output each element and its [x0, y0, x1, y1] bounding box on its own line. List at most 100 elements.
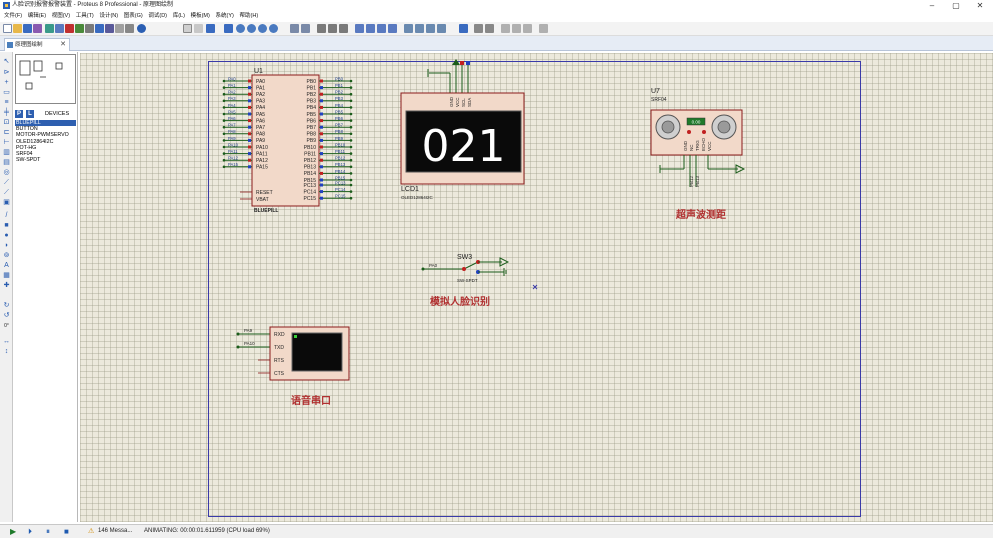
import-icon[interactable] — [33, 24, 42, 33]
paste-icon[interactable] — [339, 24, 348, 33]
line-icon[interactable]: / — [2, 212, 11, 220]
menu-design[interactable]: 设计(N) — [99, 12, 118, 21]
rotate-ccw-icon[interactable]: ↺ — [2, 312, 11, 320]
tape-recorder-icon[interactable]: ▤ — [2, 159, 11, 167]
generator-icon[interactable]: ◎ — [2, 169, 11, 177]
junction-dot-icon[interactable]: + — [2, 79, 11, 87]
lcd1-oled[interactable]: GND VCC SCL SDA 021 LCD1 OLED12864I2C — [400, 59, 525, 200]
mirror-y-icon[interactable]: ↕ — [2, 348, 11, 356]
new-sheet-icon[interactable] — [501, 24, 510, 33]
help-icon[interactable] — [137, 24, 146, 33]
redo-icon[interactable] — [301, 24, 310, 33]
notes-icon[interactable] — [115, 24, 124, 33]
grid-icon[interactable] — [194, 24, 203, 33]
pan-icon[interactable] — [224, 24, 233, 33]
virtual-instruments-icon[interactable]: ▣ — [2, 199, 11, 207]
zoom-all-icon[interactable] — [258, 24, 267, 33]
arc-icon[interactable]: ◗ — [2, 242, 11, 250]
box-icon[interactable]: ■ — [2, 222, 11, 230]
search-tag-icon[interactable] — [474, 24, 483, 33]
rotate-cw-icon[interactable]: ↻ — [2, 302, 11, 310]
block-move-icon[interactable] — [366, 24, 375, 33]
menu-system[interactable]: 系统(Y) — [216, 12, 234, 21]
3d-icon[interactable] — [85, 24, 94, 33]
bom-icon[interactable] — [105, 24, 114, 33]
menu-library[interactable]: 库(L) — [173, 12, 185, 21]
menu-help[interactable]: 帮助(H) — [240, 12, 259, 21]
source-icon[interactable] — [125, 24, 134, 33]
schematic-canvas[interactable]: U1 PA0 PA0 PA1 PA1 PA2 PA2 PA3 PA3 PA4 PA4 PA5 PA5 P… — [80, 53, 993, 522]
step-icon[interactable]: ⏵ — [28, 527, 32, 536]
text-icon[interactable]: A — [2, 262, 11, 270]
zoom-out-icon[interactable] — [247, 24, 256, 33]
gerber-icon[interactable] — [95, 24, 104, 33]
maximize-button[interactable]: ▢ — [946, 0, 966, 12]
menu-view[interactable]: 视图(V) — [52, 12, 70, 21]
pick-device-icon[interactable] — [404, 24, 413, 33]
stop-icon[interactable]: ■ — [64, 527, 69, 536]
terminals-icon[interactable]: ⊏ — [2, 129, 11, 137]
cut-icon[interactable] — [317, 24, 326, 33]
symbol-icon[interactable]: ▦ — [2, 272, 11, 280]
save-icon[interactable] — [23, 24, 32, 33]
origin-icon[interactable] — [206, 24, 215, 33]
minimize-button[interactable]: – — [922, 0, 942, 12]
menu-template[interactable]: 模板(M) — [191, 12, 210, 21]
circle-icon[interactable]: ● — [2, 232, 11, 240]
netlist-icon[interactable] — [539, 24, 548, 33]
current-probe-icon[interactable]: ⟋ — [2, 189, 11, 197]
tab-close-button[interactable]: ✕ — [60, 39, 66, 51]
exit-parent-icon[interactable] — [523, 24, 532, 33]
new-file-icon[interactable] — [3, 24, 12, 33]
selection-mode-icon[interactable]: ↖ — [2, 58, 11, 66]
block-copy-icon[interactable] — [355, 24, 364, 33]
pcb-icon[interactable] — [75, 24, 84, 33]
home-icon[interactable] — [45, 24, 54, 33]
wire-label-icon[interactable]: ▭ — [2, 89, 11, 97]
schematic-icon[interactable] — [55, 24, 64, 33]
marker-icon[interactable]: ✚ — [2, 282, 11, 290]
undo-icon[interactable] — [290, 24, 299, 33]
subcircuit-icon[interactable]: ⊡ — [2, 119, 11, 127]
voice-uart-terminal[interactable]: PA9 PA10 RXD TXD RTS CTS — [236, 326, 350, 381]
device-item[interactable]: MOTOR-PWMSERVO — [15, 132, 76, 138]
decompose-icon[interactable] — [437, 24, 446, 33]
sw3-switch[interactable]: SW3 PA0 SW-SPDT — [421, 254, 538, 290]
wire-autorouter-icon[interactable] — [459, 24, 468, 33]
property-tool-icon[interactable] — [485, 24, 494, 33]
zoom-in-icon[interactable] — [236, 24, 245, 33]
close-window-button[interactable]: ✕ — [970, 0, 990, 12]
mirror-x-icon[interactable]: ↔ — [2, 338, 11, 346]
menu-debug[interactable]: 调试(D) — [148, 12, 167, 21]
u7-srf04[interactable]: U7 SRF04 0.00 GND NC TRIG ECHO VCC PB12 … — [650, 88, 746, 187]
component-mode-icon[interactable]: ⊳ — [2, 69, 11, 77]
play-icon[interactable]: ▶ — [10, 527, 16, 536]
buses-icon[interactable]: ╪ — [2, 109, 11, 117]
pick-devices-button[interactable]: P — [15, 110, 23, 118]
remove-sheet-icon[interactable] — [512, 24, 521, 33]
menu-graph[interactable]: 图表(G) — [124, 12, 143, 21]
zoom-area-icon[interactable] — [269, 24, 278, 33]
block-delete-icon[interactable] — [388, 24, 397, 33]
pause-icon[interactable]: ⏸ — [46, 527, 50, 536]
text-script-icon[interactable]: ≡ — [2, 99, 11, 107]
device-pins-icon[interactable]: ⊢ — [2, 139, 11, 147]
device-item[interactable]: SW-SPDT — [15, 157, 76, 163]
messages-count[interactable]: 146 Messa... — [98, 527, 132, 536]
overview-preview[interactable] — [15, 54, 76, 104]
make-device-icon[interactable] — [415, 24, 424, 33]
u1-bluepill[interactable]: U1 PA0 PA0PA1 PA1PA2 PA2PA3 PA3PA4 PA4PA5 PA5P… — [222, 68, 353, 214]
block-rotate-icon[interactable] — [377, 24, 386, 33]
menu-edit[interactable]: 编辑(E) — [28, 12, 46, 21]
tab-schematic[interactable]: 原理图绘制 ✕ — [4, 38, 70, 51]
packaging-icon[interactable] — [426, 24, 435, 33]
component-icon[interactable] — [65, 24, 74, 33]
refresh-icon[interactable] — [183, 24, 192, 33]
menu-file[interactable]: 文件(F) — [4, 12, 22, 21]
voltage-probe-icon[interactable]: ⟋ — [2, 179, 11, 187]
menu-tools[interactable]: 工具(T) — [76, 12, 94, 21]
open-folder-icon[interactable] — [13, 24, 22, 33]
graph-icon[interactable]: ▥ — [2, 149, 11, 157]
copy-icon[interactable] — [328, 24, 337, 33]
path-icon[interactable]: ⊚ — [2, 252, 11, 260]
